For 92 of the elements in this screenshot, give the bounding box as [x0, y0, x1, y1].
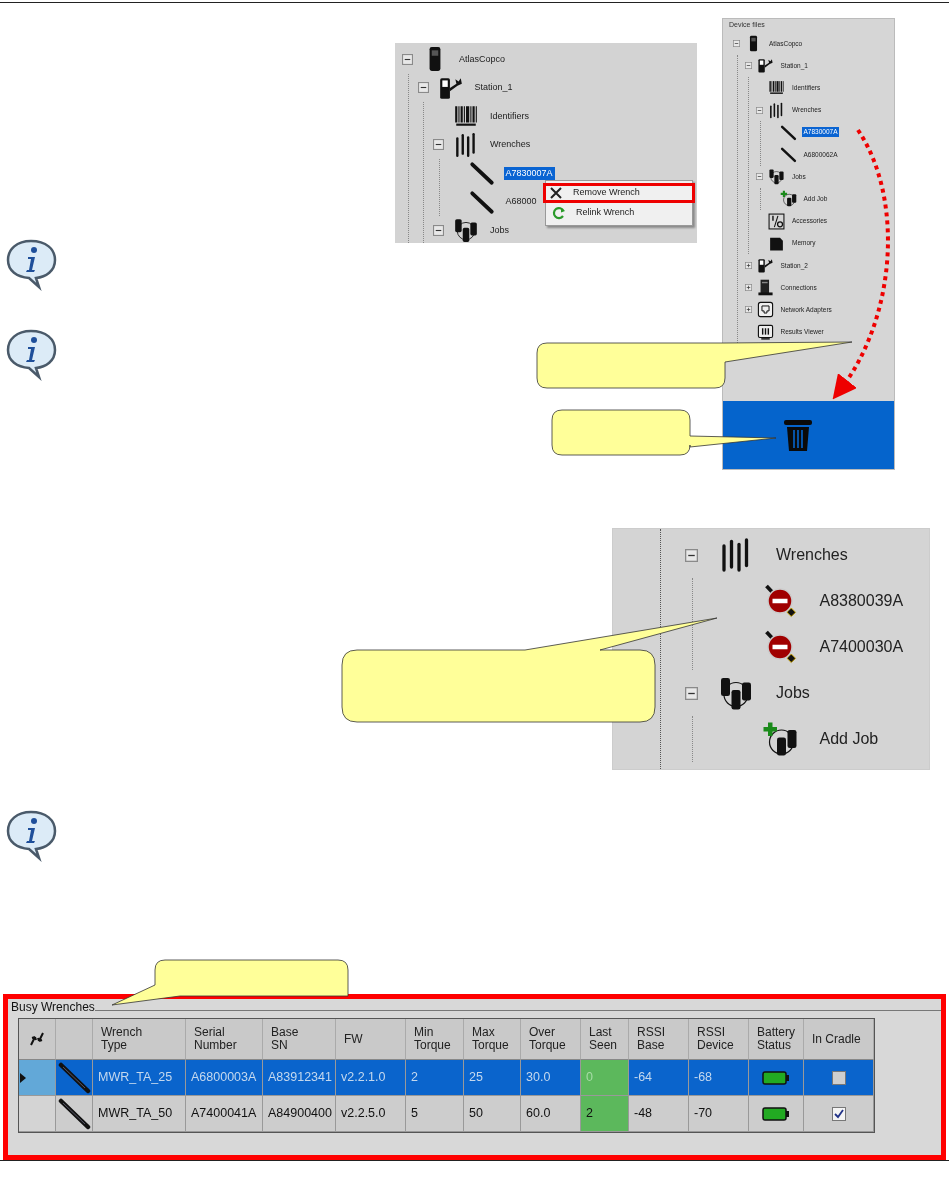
column-header[interactable]: Serial Number	[194, 1026, 237, 1052]
expand-toggle[interactable]	[744, 261, 752, 269]
table-cell-text: -64	[634, 1069, 653, 1087]
expand-toggle[interactable]	[756, 173, 763, 181]
column-header[interactable]: Battery Status	[757, 1026, 795, 1052]
tree-item[interactable]: Station_1	[472, 81, 515, 95]
table-cell-text: 30.0	[526, 1069, 551, 1087]
tree-item[interactable]: Add Job	[817, 727, 881, 751]
table-cell-text: -48	[634, 1105, 653, 1123]
tree-item[interactable]: A68000	[503, 195, 539, 209]
close-icon	[549, 186, 563, 200]
tree-item[interactable]: Jobs	[774, 681, 812, 705]
wrench-icon	[468, 188, 495, 215]
table-cell-text: A6800003A	[191, 1069, 257, 1087]
table-cell-text: 2	[411, 1069, 418, 1087]
column-header[interactable]: RSSI Device	[697, 1026, 734, 1052]
add-devices-icon	[779, 190, 797, 208]
column-header[interactable]: FW	[344, 1032, 363, 1046]
group-title: Busy Wrenches	[10, 999, 95, 1015]
accessories-icon	[768, 212, 785, 230]
table-cell-text: v2.2.1.0	[341, 1069, 386, 1087]
expand-toggle[interactable]	[417, 82, 429, 94]
battery-icon	[762, 1070, 790, 1085]
table-cell-text: MWR_TA_25	[98, 1069, 173, 1087]
devices-icon	[453, 217, 479, 243]
column-header[interactable]: Max Torque	[472, 1026, 509, 1052]
wrench-icon	[57, 1097, 91, 1130]
column-header[interactable]: RSSI Base	[637, 1026, 665, 1052]
table-cell-text: A7400041A	[191, 1105, 257, 1123]
expand-toggle[interactable]	[402, 53, 413, 65]
computer-icon	[756, 279, 774, 297]
barcode-icon	[768, 79, 785, 97]
menu-item[interactable]: Relink Wrench	[546, 203, 692, 223]
device-wrench-icon	[756, 256, 774, 274]
tree-item[interactable]: Identifiers	[488, 109, 532, 123]
table-cell-text: 25	[469, 1069, 483, 1087]
battery-icon	[762, 1106, 790, 1121]
table-cell-text: 5	[411, 1105, 418, 1123]
tree-item[interactable]: A7400030A	[817, 635, 906, 659]
wrench-icon	[57, 1061, 91, 1094]
column-header[interactable]: Min Torque	[414, 1026, 451, 1052]
wrench-icon	[779, 146, 797, 164]
column-header[interactable]: In Cradle	[812, 1032, 861, 1046]
table-cell-text: 60.0	[526, 1105, 551, 1123]
trash-icon	[783, 418, 813, 452]
checkbox[interactable]	[831, 1106, 846, 1121]
tree-item[interactable]: Wrenches	[774, 543, 850, 567]
tree-item[interactable]: A7830007A	[503, 166, 555, 180]
table-cell-text: A83912341	[268, 1069, 332, 1087]
circular-arrow-icon	[552, 206, 566, 220]
expand-toggle[interactable]	[756, 106, 763, 114]
row-header[interactable]	[19, 1060, 56, 1096]
table-cell-text: 0	[586, 1069, 593, 1087]
table-cell-text: 50	[469, 1105, 483, 1123]
table-cell-text: 2	[586, 1105, 593, 1123]
expand-toggle[interactable]	[733, 40, 740, 48]
table-row[interactable]: MWR_TA_50 A7400041A A84900400 v2.2.5.0 5 50 60.0 2 -48 -70	[19, 1096, 874, 1132]
expand-toggle[interactable]	[744, 284, 752, 292]
device-wrench-icon	[756, 57, 774, 75]
trash-drop-zone[interactable]	[723, 401, 894, 469]
expand-toggle[interactable]	[744, 62, 752, 70]
column-header[interactable]: Over Torque	[529, 1026, 566, 1052]
tree-item[interactable]: Wrenches	[488, 138, 533, 152]
checkbox[interactable]	[831, 1070, 846, 1085]
tree-item[interactable]: A8380039A	[817, 589, 906, 613]
table-cell-text: -68	[694, 1069, 713, 1087]
table-cell-text: -70	[694, 1105, 713, 1123]
menu-item[interactable]: Remove Wrench	[543, 183, 695, 203]
devices-icon	[768, 168, 785, 186]
expand-toggle[interactable]	[744, 306, 752, 314]
expand-toggle[interactable]	[433, 139, 444, 151]
column-header[interactable]: Base SN	[271, 1026, 299, 1052]
expand-toggle[interactable]	[685, 686, 698, 700]
table-cell-text: MWR_TA_50	[98, 1105, 173, 1123]
wrenches-icon	[768, 101, 785, 119]
table-row[interactable]: MWR_TA_25 A6800003A A83912341 v2.2.1.0 2 25 30.0 0 -64 -68	[19, 1060, 874, 1096]
monitor-icon	[756, 323, 774, 341]
wrench-icon	[468, 160, 495, 187]
tree-item[interactable]: Jobs	[488, 223, 511, 237]
column-header[interactable]: Last Seen	[589, 1026, 618, 1052]
expand-toggle[interactable]	[685, 548, 698, 562]
devices-icon	[718, 675, 754, 711]
network-port-icon	[756, 301, 774, 319]
add-devices-icon	[761, 721, 798, 757]
tree-item[interactable]: AtlasCopco	[457, 52, 508, 66]
current-row-icon	[19, 1071, 27, 1084]
column-header[interactable]: Wrench Type	[101, 1026, 143, 1052]
table-cell-text: v2.2.5.0	[341, 1105, 386, 1123]
table-cell-text: A84900400	[268, 1105, 332, 1123]
sync-icon[interactable]	[28, 1031, 46, 1047]
expand-toggle[interactable]	[433, 224, 444, 236]
wrench-icon	[779, 123, 797, 141]
